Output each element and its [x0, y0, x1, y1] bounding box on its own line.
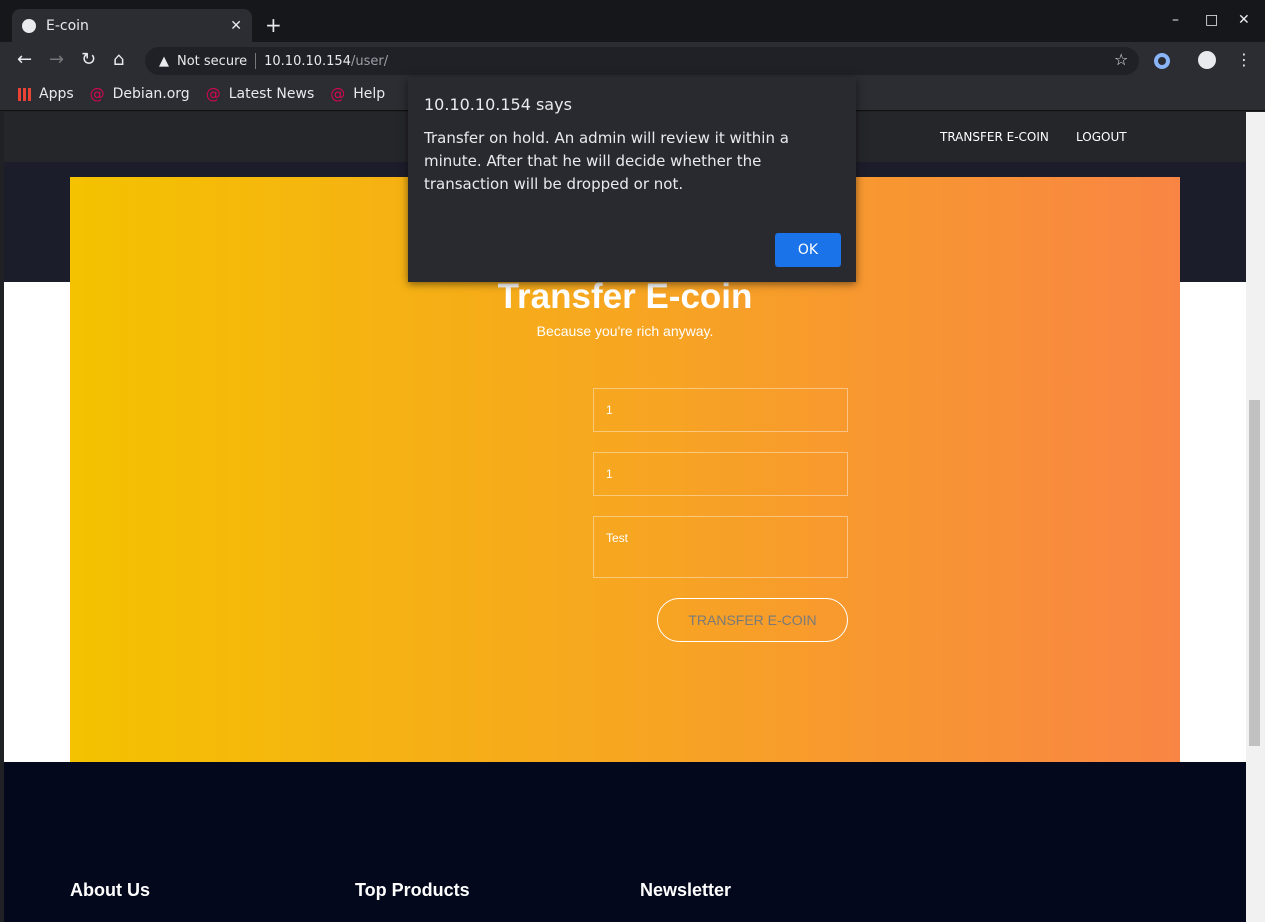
new-tab-icon[interactable]: +	[265, 13, 282, 37]
bookmark-label: Apps	[39, 86, 74, 102]
bookmark-label: Debian.org	[112, 86, 190, 102]
field-1-input[interactable]: 1	[593, 388, 848, 432]
alert-dialog: 10.10.10.154 says Transfer on hold. An a…	[408, 77, 856, 282]
back-icon[interactable]: ←	[17, 49, 32, 70]
nav-transfer[interactable]: TRANSFER E-COIN	[940, 130, 1049, 144]
bookmark-help[interactable]: @ Help	[330, 85, 385, 103]
title-bar: E-coin ✕ + – □ ✕	[0, 0, 1265, 43]
globe-icon	[22, 19, 36, 33]
scrollbar-thumb[interactable]	[1249, 400, 1260, 746]
profile-icon[interactable]	[1198, 51, 1216, 69]
ok-button[interactable]: OK	[775, 233, 841, 267]
security-label: Not secure	[177, 53, 248, 69]
footer: About Us Top Products Newsletter	[4, 762, 1246, 922]
close-window-icon[interactable]: ✕	[1238, 12, 1250, 28]
browser-toolbar: ← → ↻ ⌂ ▲ Not secure 10.10.10.154 /user/…	[0, 42, 1265, 78]
extension-icon[interactable]	[1154, 53, 1170, 69]
browser-tab[interactable]: E-coin ✕	[12, 9, 252, 43]
bookmark-label: Latest News	[228, 86, 315, 102]
bookmark-star-icon[interactable]: ☆	[1114, 50, 1128, 69]
home-icon[interactable]: ⌂	[113, 49, 124, 70]
url-path: /user/	[350, 53, 389, 69]
reload-icon[interactable]: ↻	[81, 49, 96, 70]
dialog-message: Transfer on hold. An admin will review i…	[424, 129, 789, 193]
bookmark-debian[interactable]: @ Debian.org	[90, 85, 190, 103]
transfer-button[interactable]: TRANSFER E-COIN	[657, 598, 848, 642]
address-bar[interactable]: ▲ Not secure 10.10.10.154 /user/	[145, 47, 1139, 75]
maximize-icon[interactable]: □	[1205, 12, 1218, 28]
apps-icon	[18, 87, 31, 101]
bookmark-apps[interactable]: Apps	[18, 86, 74, 102]
bookmark-news[interactable]: @ Latest News	[206, 85, 315, 103]
bookmark-label: Help	[353, 86, 386, 102]
nav-logout[interactable]: LOGOUT	[1076, 130, 1127, 144]
scrollbar[interactable]	[1246, 112, 1265, 922]
warning-icon: ▲	[159, 53, 169, 69]
footer-about: About Us	[70, 880, 150, 900]
close-tab-icon[interactable]: ✕	[230, 18, 242, 34]
page-title: Transfer E-coin	[497, 277, 753, 316]
forward-icon[interactable]: →	[49, 49, 64, 70]
footer-newsletter: Newsletter	[640, 880, 732, 900]
minimize-icon[interactable]: –	[1172, 12, 1179, 28]
debian-icon: @	[205, 85, 221, 103]
footer-products: Top Products	[355, 880, 470, 900]
menu-icon[interactable]: ⋮	[1236, 50, 1252, 69]
debian-icon: @	[89, 85, 105, 103]
message-textarea[interactable]: Test	[593, 516, 848, 578]
dialog-title: 10.10.10.154 says	[424, 95, 572, 114]
tab-title: E-coin	[46, 18, 89, 34]
field-2-input[interactable]: 1	[593, 452, 848, 496]
debian-icon: @	[330, 85, 346, 103]
page-subtitle: Because you're rich anyway.	[536, 323, 714, 339]
url-host: 10.10.10.154	[264, 53, 351, 69]
